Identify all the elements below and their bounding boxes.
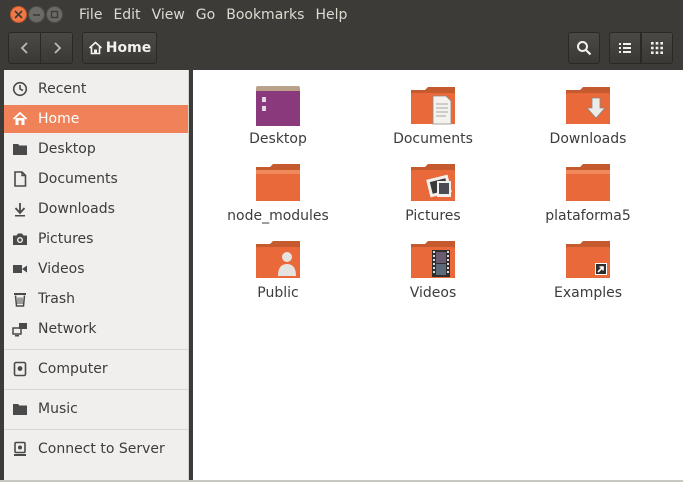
sidebar-item-label: Connect to Server [38, 441, 165, 457]
list-view-button[interactable] [609, 32, 641, 64]
search-icon [577, 41, 592, 56]
sidebar-item-videos[interactable]: Videos [4, 255, 188, 283]
sidebar-item-label: Computer [38, 361, 108, 377]
sidebar-item-label: Desktop [38, 141, 96, 157]
trash-icon [11, 290, 29, 308]
file-name: Pictures [405, 208, 461, 224]
examples-folder-icon [564, 238, 612, 282]
file-item-plataforma5[interactable]: plataforma5 [518, 161, 658, 224]
sidebar-item-pictures[interactable]: Pictures [4, 225, 188, 253]
sidebar-item-network[interactable]: Network [4, 315, 188, 343]
menu-file[interactable]: File [79, 0, 102, 30]
sidebar-item-home[interactable]: Home [4, 105, 188, 133]
server-icon [11, 440, 29, 458]
file-item-videos[interactable]: Videos [363, 238, 503, 301]
sidebar-item-trash[interactable]: Trash [4, 285, 188, 313]
sidebar-item-label: Recent [38, 81, 87, 97]
document-icon [11, 170, 29, 188]
window-minimize-button[interactable] [28, 6, 45, 23]
sidebar-separator [4, 389, 188, 390]
file-item-examples[interactable]: Examples [518, 238, 658, 301]
menu-help[interactable]: Help [315, 0, 347, 30]
menu-go[interactable]: Go [196, 0, 215, 30]
folder-icon [11, 140, 29, 158]
sidebar-separator [4, 429, 188, 430]
public-folder-icon [254, 238, 302, 282]
menu-list: File Edit View Go Bookmarks Help [79, 0, 358, 30]
sidebar-item-label: Videos [38, 261, 85, 277]
sidebar-item-label: Documents [38, 171, 118, 187]
file-item-documents[interactable]: Documents [363, 84, 503, 147]
folder-icon [254, 161, 302, 205]
file-name: node_modules [227, 208, 329, 224]
sidebar-item-downloads[interactable]: Downloads [4, 195, 188, 223]
grid-view-button[interactable] [641, 32, 673, 64]
sidebar: Recent Home Desktop Documents Downloads … [4, 70, 189, 480]
file-name: Public [257, 285, 299, 301]
menu-edit[interactable]: Edit [113, 0, 140, 30]
window-close-button[interactable] [10, 6, 27, 23]
file-name: plataforma5 [545, 208, 631, 224]
sidebar-separator [4, 349, 188, 350]
sidebar-item-label: Trash [38, 291, 75, 307]
menu-bar: File Edit View Go Bookmarks Help [0, 0, 683, 30]
video-icon [11, 260, 29, 278]
sidebar-item-label: Home [38, 111, 80, 127]
back-button[interactable] [8, 32, 41, 64]
home-icon [11, 110, 29, 128]
file-name: Examples [553, 285, 623, 301]
breadcrumb-label: Home [105, 40, 152, 56]
file-grid: Desktop Documents Downloads node_modules… [193, 70, 683, 480]
toolbar: Home [0, 30, 683, 68]
drive-icon [11, 360, 29, 378]
camera-icon [11, 230, 29, 248]
file-name: Videos [409, 285, 457, 301]
sidebar-item-computer[interactable]: Computer [4, 355, 188, 383]
documents-folder-icon [409, 84, 457, 128]
file-item-pictures[interactable]: Pictures [363, 161, 503, 224]
file-item-public[interactable]: Public [208, 238, 348, 301]
close-icon [14, 10, 23, 19]
downloads-folder-icon [564, 84, 612, 128]
menu-view[interactable]: View [152, 0, 185, 30]
file-item-downloads[interactable]: Downloads [518, 84, 658, 147]
sidebar-item-desktop[interactable]: Desktop [4, 135, 188, 163]
file-item-node-modules[interactable]: node_modules [208, 161, 348, 224]
folder-icon [11, 400, 29, 418]
file-name: Desktop [249, 131, 307, 147]
desktop-folder-icon [254, 84, 302, 128]
sidebar-item-label: Network [38, 321, 97, 337]
list-view-icon [619, 43, 631, 53]
search-button[interactable] [568, 32, 600, 64]
videos-folder-icon [409, 238, 457, 282]
folder-icon [564, 161, 612, 205]
sidebar-item-connect-to-server[interactable]: Connect to Server [4, 435, 188, 463]
pictures-folder-icon [409, 161, 457, 205]
sidebar-item-label: Pictures [38, 231, 94, 247]
menu-bookmarks[interactable]: Bookmarks [226, 0, 304, 30]
sidebar-item-documents[interactable]: Documents [4, 165, 188, 193]
chevron-left-icon [20, 42, 28, 54]
file-name: Downloads [549, 131, 627, 147]
minimize-icon [33, 14, 40, 16]
file-item-desktop[interactable]: Desktop [208, 84, 348, 147]
sidebar-item-music[interactable]: Music [4, 395, 188, 423]
grid-view-icon [651, 42, 663, 54]
breadcrumb-home-button[interactable]: Home [82, 32, 157, 64]
maximize-icon [50, 10, 59, 19]
clock-icon [11, 80, 29, 98]
sidebar-item-label: Downloads [38, 201, 115, 217]
home-icon [88, 41, 102, 55]
sidebar-item-label: Music [38, 401, 78, 417]
sidebar-item-recent[interactable]: Recent [4, 75, 188, 103]
network-icon [11, 320, 29, 338]
window-maximize-button[interactable] [46, 6, 63, 23]
file-name: Documents [393, 131, 473, 147]
download-icon [11, 200, 29, 218]
forward-button[interactable] [40, 32, 73, 64]
chevron-right-icon [53, 42, 61, 54]
